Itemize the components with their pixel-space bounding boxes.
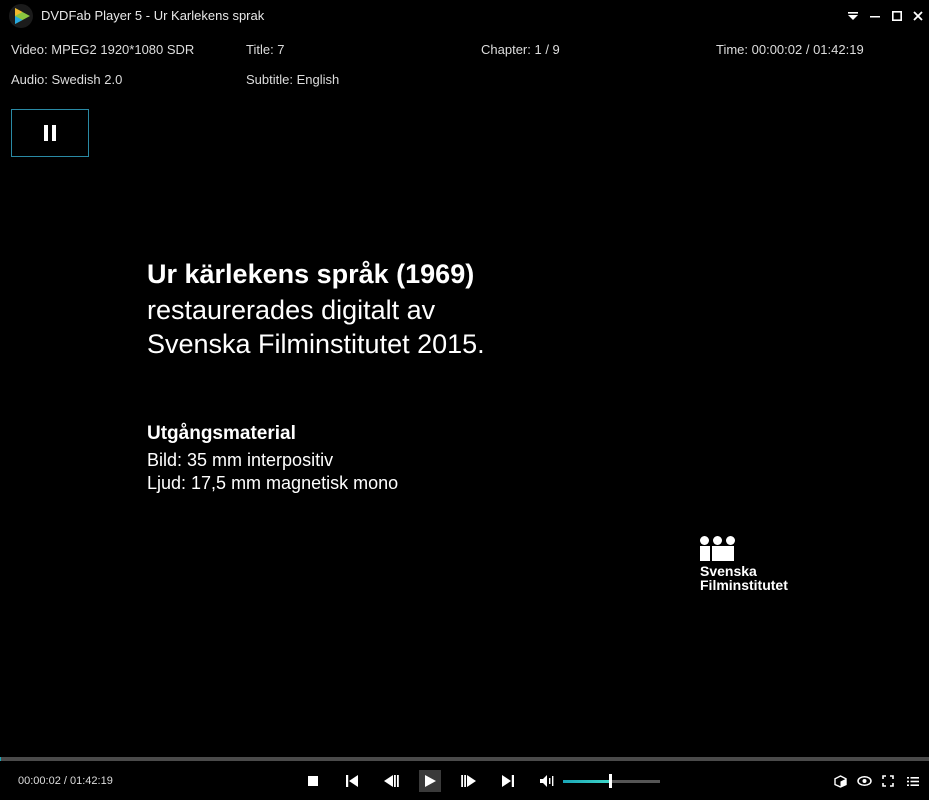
view-mode-button[interactable] bbox=[853, 770, 875, 792]
window-title: DVDFab Player 5 - Ur Karlekens sprak bbox=[41, 8, 265, 23]
step-forward-icon bbox=[461, 775, 476, 787]
pause-icon bbox=[42, 125, 58, 141]
dvdfab-logo-icon bbox=[9, 4, 33, 28]
step-forward-button[interactable] bbox=[458, 770, 480, 792]
control-bar: 00:00:02 / 01:42:19 bbox=[0, 761, 929, 800]
subtitle-info: Subtitle: English bbox=[246, 72, 340, 87]
previous-chapter-button[interactable] bbox=[341, 770, 363, 792]
source-sound-line: Ljud: 17,5 mm magnetisk mono bbox=[147, 473, 399, 493]
eye-icon bbox=[856, 776, 872, 786]
sfi-emblem-icon bbox=[700, 536, 736, 564]
volume-icon bbox=[540, 775, 554, 787]
playlist-button[interactable] bbox=[902, 770, 924, 792]
title-bar: DVDFab Player 5 - Ur Karlekens sprak bbox=[0, 0, 929, 32]
previous-chapter-icon bbox=[346, 775, 358, 787]
time-info: Time: 00:00:02 / 01:42:19 bbox=[716, 42, 864, 57]
fullscreen-button[interactable] bbox=[877, 770, 899, 792]
3d-box-icon bbox=[833, 774, 847, 788]
playlist-icon bbox=[907, 776, 919, 786]
source-material-heading: Utgångsmaterial bbox=[147, 423, 296, 444]
step-back-icon bbox=[384, 775, 399, 787]
close-button[interactable] bbox=[908, 6, 928, 26]
menu-dropdown-button[interactable] bbox=[843, 6, 863, 26]
title-info: Title: 7 bbox=[246, 42, 285, 57]
restoration-line-1: restaurerades digitalt av bbox=[147, 295, 436, 325]
time-readout: 00:00:02 / 01:42:19 bbox=[18, 775, 113, 787]
minimize-icon bbox=[870, 16, 880, 18]
video-info: Video: MPEG2 1920*1080 SDR bbox=[11, 42, 195, 57]
fullscreen-icon bbox=[882, 775, 894, 787]
play-button[interactable] bbox=[419, 770, 441, 792]
pause-indicator[interactable] bbox=[11, 109, 89, 157]
volume-button[interactable] bbox=[536, 770, 558, 792]
play-icon bbox=[425, 775, 436, 787]
step-back-button[interactable] bbox=[380, 770, 402, 792]
restoration-line-2: Svenska Filminstitutet 2015. bbox=[147, 329, 485, 359]
minimize-button[interactable] bbox=[865, 6, 885, 26]
sfi-name-line-1: Svenska bbox=[700, 563, 757, 579]
volume-slider[interactable] bbox=[563, 774, 660, 788]
sfi-name-line-2: Filminstitutet bbox=[700, 577, 788, 593]
source-picture-line: Bild: 35 mm interpositiv bbox=[147, 450, 334, 470]
maximize-button[interactable] bbox=[887, 6, 907, 26]
3d-mode-button[interactable] bbox=[829, 770, 851, 792]
stop-icon bbox=[308, 776, 318, 786]
svenska-filminstitutet-logo: Svenska Filminstitutet bbox=[700, 536, 788, 592]
chapter-info: Chapter: 1 / 9 bbox=[481, 42, 560, 57]
next-chapter-button[interactable] bbox=[497, 770, 519, 792]
close-icon bbox=[913, 11, 923, 21]
maximize-icon bbox=[892, 11, 902, 21]
volume-slider-handle[interactable] bbox=[608, 774, 612, 788]
next-chapter-icon bbox=[502, 775, 514, 787]
film-title: Ur kärlekens språk (1969) bbox=[147, 259, 475, 289]
audio-info: Audio: Swedish 2.0 bbox=[11, 72, 123, 87]
menu-dropdown-icon bbox=[848, 12, 858, 20]
stop-button[interactable] bbox=[302, 770, 324, 792]
volume-slider-fill bbox=[563, 780, 610, 783]
